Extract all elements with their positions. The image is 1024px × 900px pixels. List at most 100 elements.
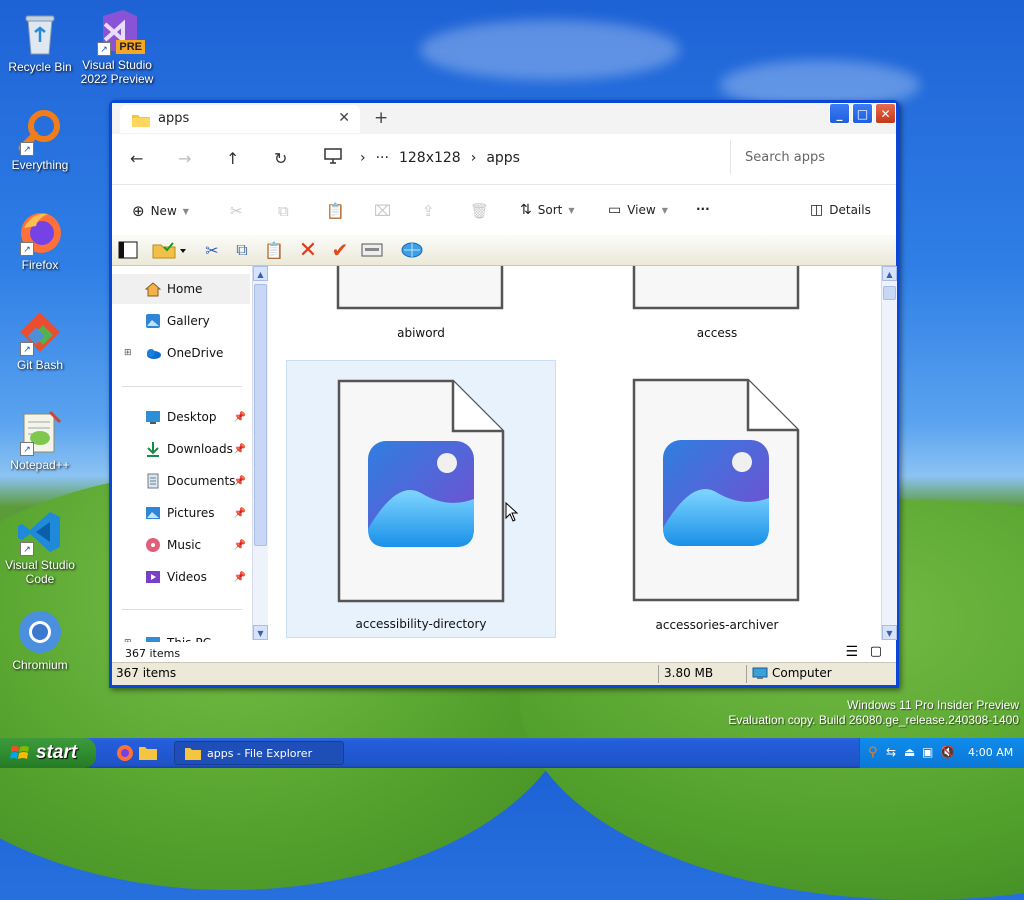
paste-toolbar-icon[interactable]: 📋 [262, 239, 286, 261]
scroll-down-icon[interactable]: ▼ [253, 625, 268, 640]
scroll-up-icon[interactable]: ▲ [882, 266, 897, 281]
delete-x-icon[interactable]: ✕ [296, 238, 320, 263]
content-scroll-thumb[interactable] [883, 286, 896, 300]
nav-item-gallery[interactable]: Gallery [112, 306, 250, 336]
chevron-down-icon: ▼ [568, 205, 575, 215]
nav-item-home[interactable]: Home [112, 274, 250, 304]
minimize-button[interactable]: _ [829, 103, 850, 124]
search-placeholder: Search apps [745, 150, 826, 165]
rename-icon[interactable]: ⌧ [374, 202, 391, 220]
desktop-icon-chromium[interactable]: Chromium [0, 608, 80, 672]
desktop-icon-recycle-bin[interactable]: Recycle Bin [0, 10, 80, 74]
pin-icon[interactable]: 📌 [234, 540, 246, 551]
start-button[interactable]: start [0, 738, 96, 768]
nav-pane-scrollbar[interactable]: ▲ ▼ [252, 266, 268, 640]
details-button[interactable]: ◫ Details [810, 202, 871, 218]
nav-item-pictures[interactable]: Pictures 📌 [112, 498, 250, 528]
file-name: accessibility-directory [355, 617, 487, 631]
firefox-icon: ↗ [16, 208, 64, 256]
safely-remove-icon[interactable]: ⏏ [904, 745, 915, 759]
file-tile-access[interactable]: access [582, 266, 852, 346]
breadcrumb: › ··· 128x128 › apps [360, 150, 520, 166]
watermark-line-1: Windows 11 Pro Insider Preview [847, 698, 1019, 712]
sort-button[interactable]: ⇅ Sort ▼ [520, 202, 575, 218]
nav-item-onedrive[interactable]: ⊞ OneDrive [112, 338, 250, 368]
cut-icon[interactable]: ✂ [230, 202, 243, 220]
checkmark-icon[interactable]: ✔ [328, 238, 352, 262]
maximize-button[interactable]: □ [852, 103, 873, 124]
share-icon[interactable]: ⇪ [422, 202, 435, 220]
nav-divider [122, 609, 242, 610]
desktop-icon-vscode[interactable]: ↗ Visual Studio Code [0, 508, 80, 586]
search-input[interactable]: Search apps [730, 140, 897, 174]
file-tile-accessibility-directory[interactable]: accessibility-directory [286, 360, 556, 638]
properties-icon[interactable] [360, 239, 384, 261]
network-shell-icon[interactable] [400, 239, 424, 261]
expand-icon[interactable]: ⊞ [124, 348, 132, 358]
more-options-button[interactable]: ··· [696, 202, 710, 216]
desktop-icon-firefox[interactable]: ↗ Firefox [0, 208, 80, 272]
copy-icon[interactable]: ⧉ [278, 202, 289, 220]
nav-item-music[interactable]: Music 📌 [112, 530, 250, 560]
chevron-down-icon: ▼ [182, 206, 189, 216]
breadcrumb-item-apps[interactable]: apps [486, 150, 520, 166]
content-scrollbar[interactable]: ▲ ▼ [881, 266, 897, 640]
pin-icon[interactable]: 📌 [234, 444, 246, 455]
file-tile-abiword[interactable]: abiword [286, 266, 556, 346]
command-bar: ⊕ New ▼ ✂ ⧉ 📋 ⌧ ⇪ 🗑 ⇅ Sort ▼ ▭ View ▼ ··… [112, 184, 896, 235]
paste-icon[interactable]: 📋 [326, 202, 345, 220]
tab-close-icon[interactable]: ✕ [338, 110, 350, 126]
breadcrumb-item-128x128[interactable]: 128x128 [399, 150, 461, 166]
caption-buttons: _ □ ✕ [829, 103, 896, 124]
quicklaunch-explorer-icon[interactable] [139, 745, 157, 764]
file-tile-accessories-archiver[interactable]: accessories-archiver [582, 360, 852, 638]
new-tab-icon[interactable]: + [374, 108, 388, 128]
breadcrumb-overflow[interactable]: ··· [376, 150, 389, 166]
status-location: Computer [752, 666, 832, 680]
desktop-icon-notepad-plus-plus[interactable]: ↗ Notepad++ [0, 408, 80, 472]
taskbar-item-label: apps - File Explorer [207, 746, 313, 760]
scroll-up-icon[interactable]: ▲ [253, 266, 268, 281]
clock[interactable]: 4:00 AM [968, 746, 1013, 759]
nav-item-documents[interactable]: Documents 📌 [112, 466, 250, 496]
desktop-icon-git-bash[interactable]: ↗ Git Bash [0, 308, 80, 372]
back-arrow-icon[interactable]: ← [130, 149, 143, 168]
taskbar-item-file-explorer[interactable]: apps - File Explorer [174, 741, 344, 765]
forward-arrow-icon[interactable]: → [178, 149, 191, 168]
everything-tray-icon[interactable]: ⚲ [868, 745, 878, 760]
pin-icon[interactable]: 📌 [234, 476, 246, 487]
view-button[interactable]: ▭ View ▼ [608, 202, 668, 218]
tiles-view-icon[interactable]: ▢ [870, 644, 882, 659]
pane-toggle-icon[interactable] [116, 239, 140, 261]
folder-options-icon[interactable] [150, 239, 188, 261]
volume-muted-icon[interactable]: 🔇 [940, 745, 955, 759]
tab-apps[interactable]: apps ✕ [120, 105, 360, 133]
desktop-icon-visual-studio-2022[interactable]: PRE ↗ Visual Studio 2022 Preview [77, 8, 157, 86]
display-tray-icon[interactable]: ▣ [922, 745, 933, 759]
close-window-button[interactable]: ✕ [875, 103, 896, 124]
shortcut-arrow-icon: ↗ [97, 42, 111, 56]
delete-icon[interactable]: 🗑 [470, 202, 489, 220]
details-view-icon[interactable]: ☰ [845, 644, 858, 660]
pin-icon[interactable]: 📌 [234, 508, 246, 519]
desktop-icon-everything[interactable]: ↗ Everything [0, 108, 80, 172]
nav-item-desktop[interactable]: Desktop 📌 [112, 402, 250, 432]
shortcut-arrow-icon: ↗ [20, 442, 34, 456]
nav-item-videos[interactable]: Videos 📌 [112, 562, 250, 592]
pin-icon[interactable]: 📌 [234, 572, 246, 583]
file-grid: abiword access accessibility-directory a… [272, 266, 884, 639]
refresh-icon[interactable]: ↻ [274, 149, 287, 168]
new-button[interactable]: ⊕ New ▼ [132, 202, 189, 220]
scroll-down-icon[interactable]: ▼ [882, 625, 897, 640]
scissors-icon[interactable]: ✂ [200, 239, 224, 261]
copy-toolbar-icon[interactable]: ⧉ [230, 239, 254, 261]
quicklaunch-firefox-icon[interactable] [116, 744, 134, 765]
pin-icon[interactable]: 📌 [234, 412, 246, 423]
up-arrow-icon[interactable]: ↑ [226, 149, 239, 168]
shortcut-arrow-icon: ↗ [20, 242, 34, 256]
monitor-icon[interactable] [324, 148, 342, 168]
visual-studio-icon: PRE ↗ [93, 8, 145, 56]
nav-item-downloads[interactable]: Downloads 📌 [112, 434, 250, 464]
network-tray-icon[interactable]: ⇆ [886, 745, 896, 759]
nav-scroll-thumb[interactable] [254, 284, 267, 546]
